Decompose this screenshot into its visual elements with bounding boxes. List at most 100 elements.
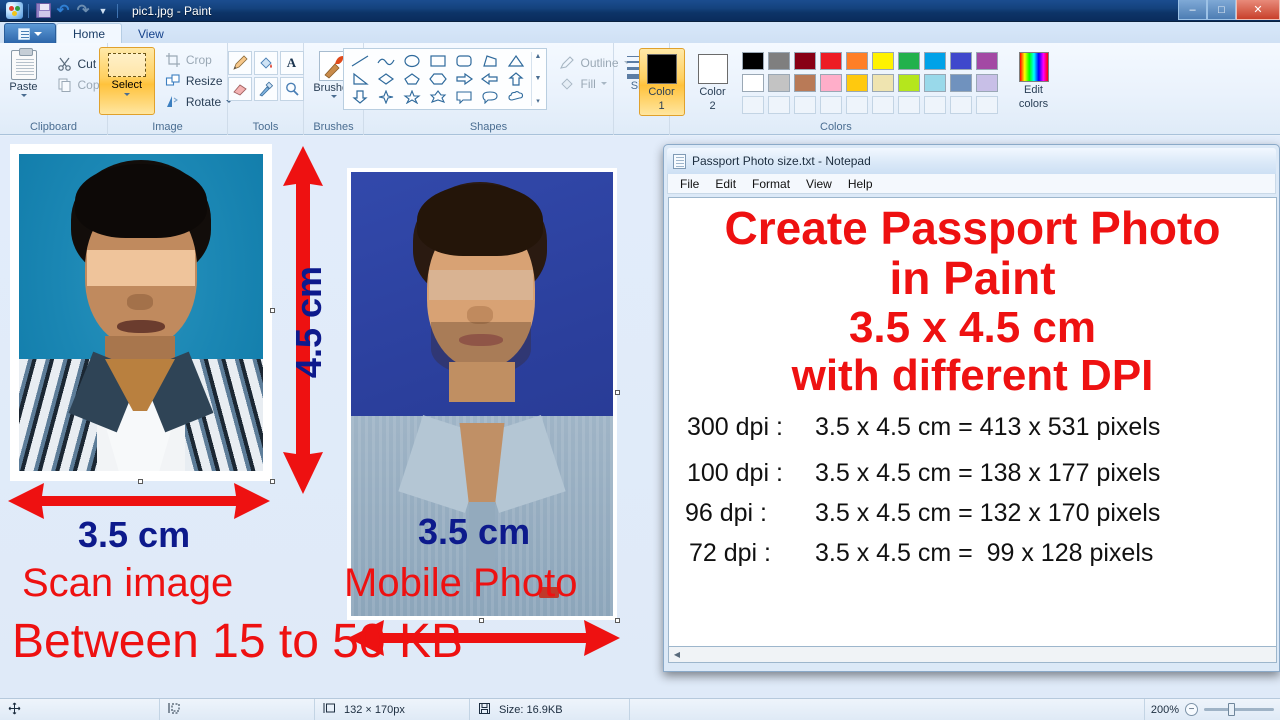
palette-swatch-1-6[interactable] — [897, 74, 920, 92]
palette-swatch-1-3[interactable] — [819, 74, 842, 92]
menu-file[interactable]: File — [672, 177, 707, 191]
selection-handle-right[interactable] — [270, 308, 275, 313]
selection-handle-right[interactable] — [615, 390, 620, 395]
customize-qat-chevron-down-icon[interactable]: ▼ — [93, 2, 113, 20]
shape-rectangle[interactable] — [425, 52, 451, 70]
color1-button[interactable]: Color 1 — [638, 48, 685, 116]
paint-app-icon[interactable] — [4, 2, 24, 20]
shape-oval[interactable] — [399, 52, 425, 70]
shape-arrow-right[interactable] — [451, 70, 477, 88]
shape-diamond[interactable] — [373, 70, 399, 88]
shape-rectangular-callout[interactable] — [451, 88, 477, 106]
menu-view[interactable]: View — [798, 177, 840, 191]
palette-custom-slot-5[interactable] — [871, 96, 894, 114]
palette-swatch-0-2[interactable] — [793, 52, 816, 70]
palette-swatch-1-4[interactable] — [845, 74, 868, 92]
shape-gallery-scrollbar[interactable]: ▲ ▼ ▾ — [531, 52, 543, 106]
shape-gallery[interactable]: ▲ ▼ ▾ — [343, 48, 548, 110]
palette-swatch-0-8[interactable] — [949, 52, 972, 70]
palette-swatch-1-5[interactable] — [871, 74, 894, 92]
pencil-icon[interactable] — [227, 51, 252, 75]
paste-button[interactable]: Paste — [0, 47, 50, 97]
text-icon[interactable]: A — [279, 51, 304, 75]
color2-button[interactable]: Color 2 — [690, 48, 736, 116]
shape-rounded-rectangle[interactable] — [451, 52, 477, 70]
zoom-control[interactable]: 200% − — [1145, 703, 1280, 716]
fill-icon[interactable] — [253, 51, 278, 75]
selection-handle-corner[interactable] — [270, 479, 275, 484]
shape-curve[interactable] — [373, 52, 399, 70]
menu-format[interactable]: Format — [744, 177, 798, 191]
palette-custom-slot-0[interactable] — [741, 96, 764, 114]
select-button[interactable]: Select — [98, 47, 155, 115]
shape-pentagon[interactable] — [399, 70, 425, 88]
shape-cloud-callout[interactable] — [503, 88, 529, 106]
palette-swatch-0-1[interactable] — [767, 52, 790, 70]
palette-custom-slot-7[interactable] — [923, 96, 946, 114]
shape-rounded-callout[interactable] — [477, 88, 503, 106]
tab-view[interactable]: View — [122, 23, 180, 44]
color-picker-icon[interactable] — [253, 77, 278, 101]
scroll-up-icon[interactable]: ▲ — [532, 53, 543, 60]
notepad-horizontal-scrollbar[interactable]: ◀ — [668, 646, 1277, 663]
eraser-icon[interactable] — [227, 77, 252, 101]
shape-triangle[interactable] — [503, 52, 529, 70]
scroll-left-icon[interactable]: ◀ — [669, 647, 685, 662]
palette-swatch-1-0[interactable] — [741, 74, 764, 92]
palette-swatch-0-7[interactable] — [923, 52, 946, 70]
scan-photo-image[interactable] — [10, 144, 275, 484]
palette-swatch-0-6[interactable] — [897, 52, 920, 70]
notepad-window[interactable]: Passport Photo size.txt - Notepad File E… — [663, 144, 1280, 672]
height-dimension-label: 4.5 cm — [288, 266, 329, 379]
menu-help[interactable]: Help — [840, 177, 881, 191]
zoom-out-button[interactable]: − — [1185, 703, 1198, 716]
palette-swatch-0-0[interactable] — [741, 52, 764, 70]
application-menu-button[interactable] — [4, 23, 56, 44]
shape-six-point-star[interactable] — [425, 88, 451, 106]
shape-line[interactable] — [347, 52, 373, 70]
notepad-text-area[interactable]: Create Passport Photo in Paint 3.5 x 4.5… — [668, 197, 1277, 652]
palette-custom-slot-9[interactable] — [975, 96, 998, 114]
palette-custom-slot-6[interactable] — [897, 96, 920, 114]
shape-arrow-up[interactable] — [503, 70, 529, 88]
shape-hexagon[interactable] — [425, 70, 451, 88]
shape-polygon[interactable] — [477, 52, 503, 70]
shape-four-point-star[interactable] — [373, 88, 399, 106]
palette-custom-slot-3[interactable] — [819, 96, 842, 114]
minimize-button[interactable]: – — [1178, 0, 1207, 20]
palette-swatch-1-1[interactable] — [767, 74, 790, 92]
scroll-down-icon[interactable]: ▼ — [532, 75, 543, 82]
palette-swatch-0-5[interactable] — [871, 52, 894, 70]
shape-right-triangle[interactable] — [347, 70, 373, 88]
close-button[interactable]: ✕ — [1236, 0, 1280, 20]
save-icon[interactable] — [33, 2, 53, 20]
shape-arrow-down[interactable] — [347, 88, 373, 106]
palette-custom-slot-1[interactable] — [767, 96, 790, 114]
color-palette[interactable] — [741, 48, 1001, 117]
expand-gallery-icon[interactable]: ▾ — [532, 97, 543, 105]
maximize-button[interactable]: □ — [1207, 0, 1236, 20]
palette-swatch-1-9[interactable] — [975, 74, 998, 92]
palette-custom-slot-8[interactable] — [949, 96, 972, 114]
palette-swatch-0-3[interactable] — [819, 52, 842, 70]
zoom-slider-thumb[interactable] — [1228, 703, 1235, 716]
palette-swatch-1-7[interactable] — [923, 74, 946, 92]
palette-swatch-1-8[interactable] — [949, 74, 972, 92]
dpi-row-96: 96 dpi : 3.5 x 4.5 cm = 132 x 170 pixels — [677, 499, 1268, 528]
image-size-value: 132 × 170px — [344, 703, 405, 716]
palette-swatch-1-2[interactable] — [793, 74, 816, 92]
menu-edit[interactable]: Edit — [707, 177, 744, 191]
palette-custom-slot-2[interactable] — [793, 96, 816, 114]
selection-size-cell — [160, 698, 315, 720]
palette-custom-slot-4[interactable] — [845, 96, 868, 114]
palette-swatch-0-9[interactable] — [975, 52, 998, 70]
shape-five-point-star[interactable] — [399, 88, 425, 106]
undo-icon[interactable]: ↶ — [53, 2, 73, 20]
redo-icon[interactable]: ↷ — [73, 2, 93, 20]
edit-colors-button[interactable]: Edit colors — [1006, 48, 1062, 110]
magnifier-icon[interactable] — [279, 77, 304, 101]
palette-swatch-0-4[interactable] — [845, 52, 868, 70]
shape-arrow-left[interactable] — [477, 70, 503, 88]
tab-home[interactable]: Home — [56, 23, 123, 44]
zoom-slider[interactable] — [1204, 703, 1274, 716]
